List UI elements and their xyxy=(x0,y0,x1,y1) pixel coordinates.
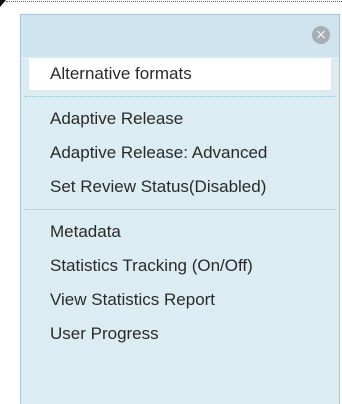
close-icon[interactable]: × xyxy=(312,26,330,44)
context-menu: × Alternative formats Adaptive Release A… xyxy=(20,14,340,404)
menu-item-adaptive-release-advanced[interactable]: Adaptive Release: Advanced xyxy=(21,136,339,170)
menu-item-view-statistics-report[interactable]: View Statistics Report xyxy=(21,283,339,317)
dotted-border xyxy=(6,1,342,2)
menu-divider xyxy=(25,96,335,97)
menu-item-adaptive-release[interactable]: Adaptive Release xyxy=(21,102,339,136)
menu-divider xyxy=(25,209,335,210)
menu-item-alternative-formats[interactable]: Alternative formats xyxy=(29,57,331,91)
screen: × Alternative formats Adaptive Release A… xyxy=(0,0,342,404)
menu-item-statistics-tracking[interactable]: Statistics Tracking (On/Off) xyxy=(21,249,339,283)
menu-header: × xyxy=(21,15,339,57)
menu-item-user-progress[interactable]: User Progress xyxy=(21,317,339,351)
menu-item-metadata[interactable]: Metadata xyxy=(21,215,339,249)
menu-item-set-review-status[interactable]: Set Review Status(Disabled) xyxy=(21,170,339,204)
menu-body: Alternative formats Adaptive Release Ada… xyxy=(21,57,339,404)
